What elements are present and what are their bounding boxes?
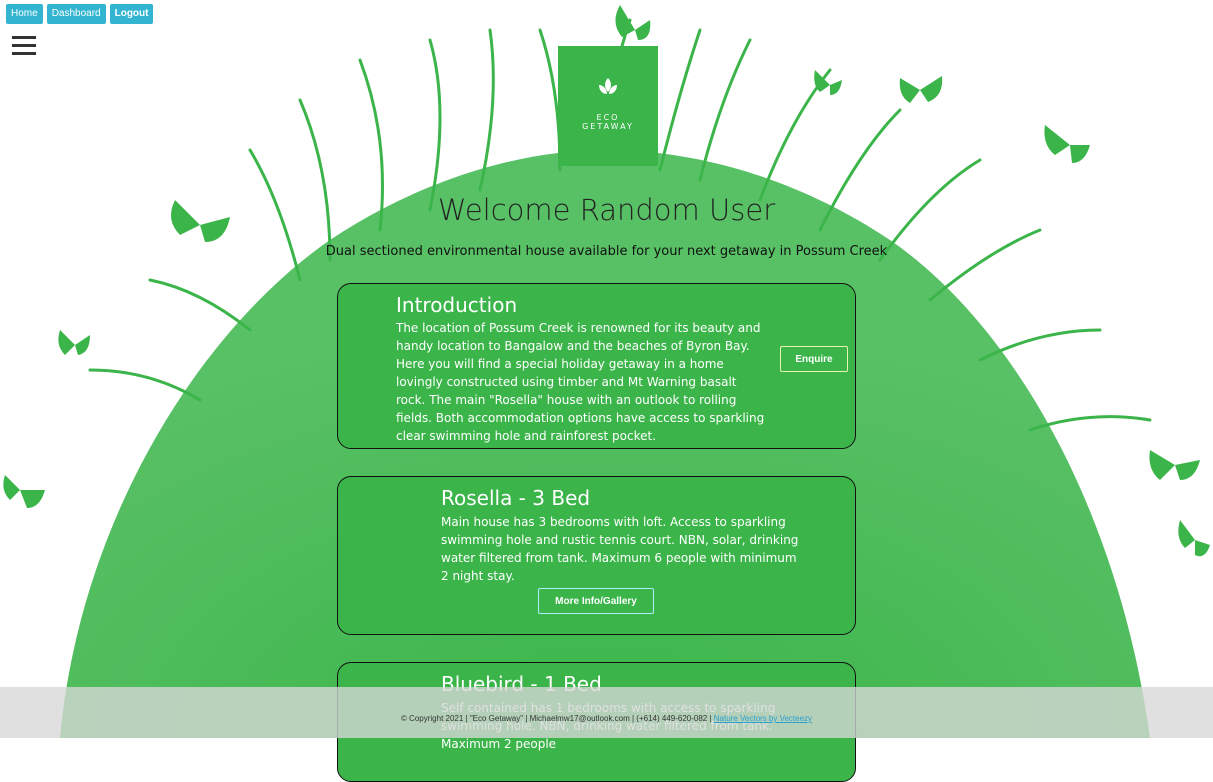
footer-copyright: © Copyright 2021 | "Eco Getaway" | Micha… [400,714,714,723]
welcome-heading: Welcome Random User [437,193,776,227]
hamburger-menu-icon[interactable] [12,36,36,56]
rosella-title: Rosella - 3 Bed [441,486,591,510]
intro-card: Introduction The location of Possum Cree… [337,283,856,449]
home-link[interactable]: Home [6,4,43,24]
more-info-gallery-button[interactable]: More Info/Gallery [538,588,654,614]
footer: © Copyright 2021 | "Eco Getaway" | Micha… [0,687,1213,738]
eco-getaway-logo: ECO GETAWAY [558,46,658,166]
footer-credit-link[interactable]: Nature Vectors by Vecteezy [714,714,812,723]
rosella-card: Rosella - 3 Bed Main house has 3 bedroom… [337,476,856,635]
logo-text-line1: ECO [596,113,620,122]
logo-text-line2: GETAWAY [582,122,634,131]
logout-link[interactable]: Logout [109,4,154,24]
intro-title: Introduction [396,293,518,317]
enquire-button[interactable]: Enquire [780,346,848,372]
intro-text: The location of Possum Creek is renowned… [396,321,765,443]
leaf-icon [558,74,658,107]
page-subtitle: Dual sectioned environmental house avail… [325,244,888,259]
top-nav: Home Dashboard Logout [6,4,154,24]
dashboard-link[interactable]: Dashboard [46,4,106,24]
rosella-text: Main house has 3 bedrooms with loft. Acc… [441,515,799,583]
